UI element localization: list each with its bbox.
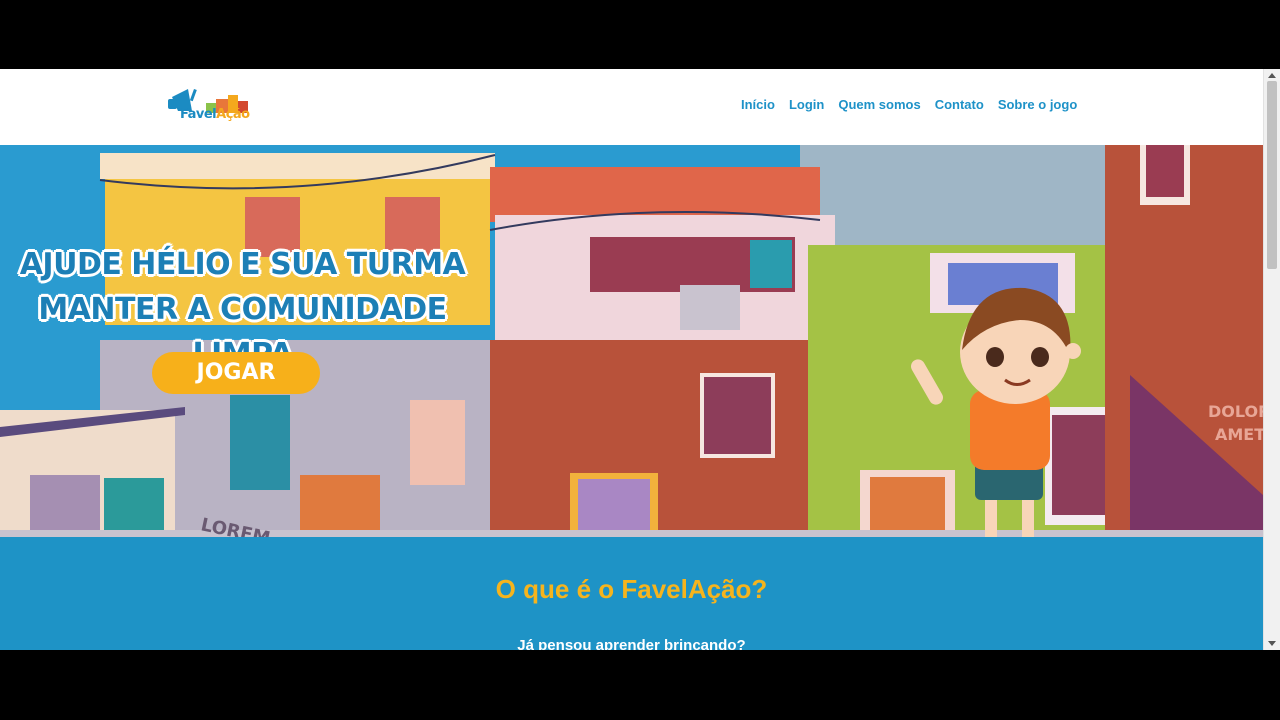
main-nav: Início Login Quem somos Contato Sobre o … bbox=[741, 97, 1091, 112]
web-page: FavelAção Início Login Quem somos Contat… bbox=[0, 69, 1263, 650]
logo-wordmark: FavelAção bbox=[180, 107, 250, 122]
scroll-up-arrow-icon[interactable] bbox=[1268, 73, 1276, 78]
nav-inicio[interactable]: Início bbox=[741, 97, 775, 112]
headline-line-1: AJUDE HÉLIO E SUA TURMA bbox=[19, 247, 466, 282]
play-button[interactable]: JOGAR bbox=[152, 352, 320, 394]
site-header: FavelAção Início Login Quem somos Contat… bbox=[0, 69, 1263, 145]
scroll-down-arrow-icon[interactable] bbox=[1268, 641, 1276, 646]
nav-sobre-o-jogo[interactable]: Sobre o jogo bbox=[998, 97, 1077, 112]
about-section: O que é o FavelAção? Já pensou aprender … bbox=[0, 537, 1263, 650]
about-text: Já pensou aprender brincando? bbox=[517, 637, 746, 650]
wall-graffiti-2: DOLOR bbox=[1208, 402, 1263, 421]
nav-contato[interactable]: Contato bbox=[935, 97, 984, 112]
nav-login[interactable]: Login bbox=[789, 97, 824, 112]
scroll-thumb[interactable] bbox=[1267, 81, 1277, 269]
hero-banner: LOREM DOLOR AMET bbox=[0, 145, 1263, 537]
vertical-scrollbar[interactable] bbox=[1263, 69, 1280, 650]
about-title: O que é o FavelAção? bbox=[495, 574, 768, 604]
nav-quem-somos[interactable]: Quem somos bbox=[838, 97, 920, 112]
browser-viewport: FavelAção Início Login Quem somos Contat… bbox=[0, 69, 1280, 650]
wall-graffiti-3: AMET bbox=[1215, 425, 1263, 444]
